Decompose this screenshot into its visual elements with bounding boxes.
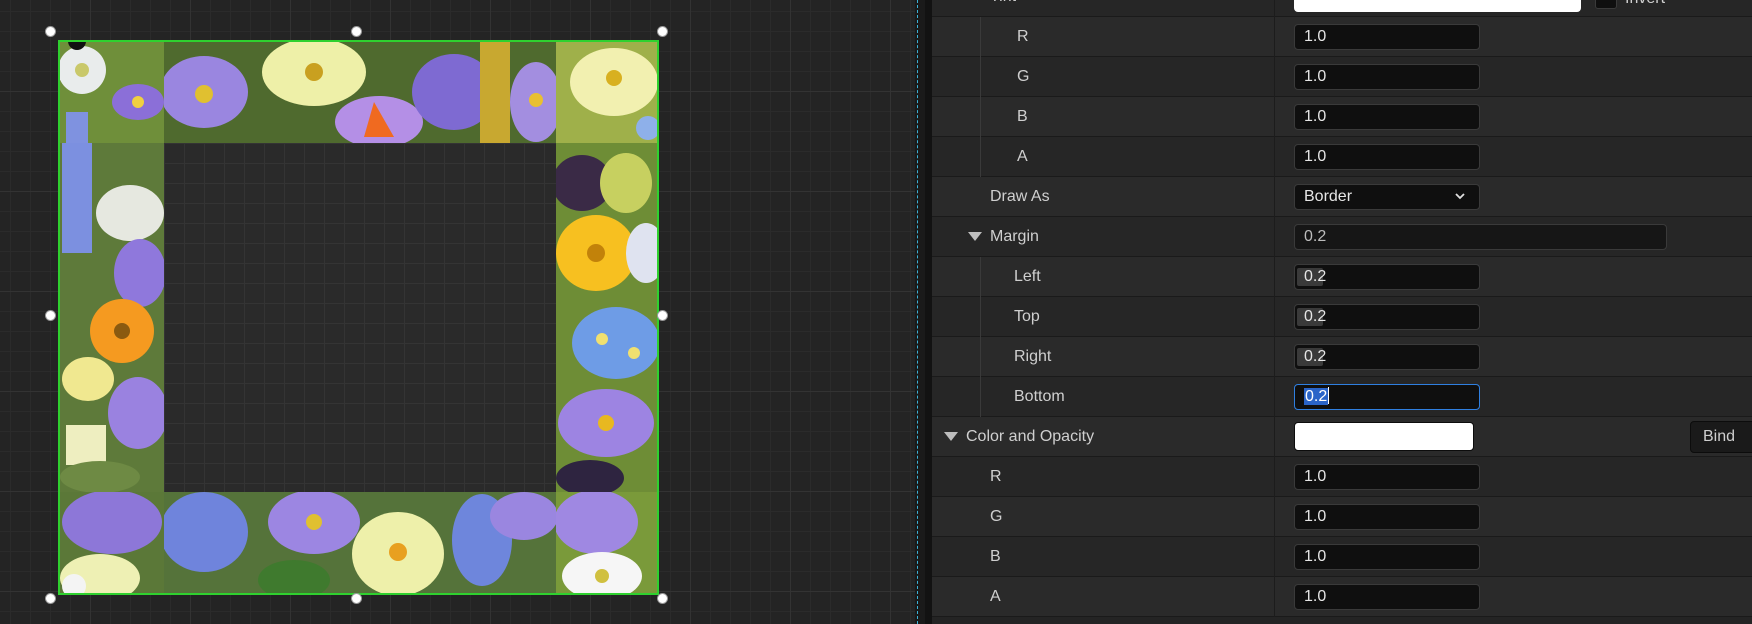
property-label: Left [1014,268,1041,285]
text-cursor [1328,387,1330,404]
property-row-margin-left: Left 0.2 [932,257,1752,297]
property-row-a: A 1.0 [932,137,1752,177]
property-label: A [990,588,1001,605]
expand-arrow-icon[interactable] [968,232,982,241]
designer-canvas[interactable] [0,0,915,624]
property-row-color-and-opacity: Color and Opacity Bind [932,417,1752,457]
flower-tile-top-left [60,42,164,143]
property-label: A [1017,148,1028,165]
property-label: Right [1014,348,1052,365]
b-value-input[interactable]: 1.0 [1294,104,1480,130]
flower-tile-bottom-left [60,492,164,593]
property-label: B [990,548,1001,565]
flower-tile-top-middle [164,42,556,143]
canvas-guide-line [917,0,918,624]
image-widget-border-brush[interactable] [58,40,659,595]
chevron-down-icon [1455,193,1465,200]
resize-handle-right[interactable] [657,310,668,321]
draw-as-dropdown[interactable]: Border [1294,184,1480,210]
property-row-draw-as: Draw As Border [932,177,1752,217]
property-row-b: B 1.0 [932,97,1752,137]
invert-checkbox[interactable] [1595,0,1617,9]
property-row-r: R 1.0 [932,457,1752,497]
flower-tile-middle-right [556,143,657,492]
bind-button[interactable]: Bind [1690,421,1752,453]
property-label: Bottom [1014,388,1065,405]
margin-top-input[interactable]: 0.2 [1294,304,1480,330]
expand-arrow-icon[interactable] [944,432,958,441]
property-label: B [1017,108,1028,125]
flower-tile-top-right [556,42,657,143]
border-center-empty [164,143,556,492]
margin-right-input[interactable]: 0.2 [1294,344,1480,370]
property-row-g: G 1.0 [932,57,1752,97]
tint-color-swatch[interactable] [1294,0,1581,12]
property-label: Top [1014,308,1040,325]
property-row-margin-right: Right 0.2 [932,337,1752,377]
property-row-margin-top: Top 0.2 [932,297,1752,337]
margin-bottom-input[interactable]: 0.2 [1294,384,1480,410]
a-value-input[interactable]: 1.0 [1294,584,1480,610]
invert-label: Invert [1625,0,1665,10]
resize-handle-bottom[interactable] [351,593,362,604]
g-value-input[interactable]: 1.0 [1294,504,1480,530]
property-row-margin-bottom: Bottom 0.2 [932,377,1752,417]
resize-handle-bottom-right[interactable] [657,593,668,604]
r-value-input[interactable]: 1.0 [1294,464,1480,490]
a-value-input[interactable]: 1.0 [1294,144,1480,170]
draw-as-value: Border [1304,188,1353,205]
resize-handle-top-right[interactable] [657,26,668,37]
margin-label: Margin [990,228,1039,245]
flower-tile-middle-left [60,143,164,492]
draw-as-label: Draw As [990,188,1050,205]
property-row-g: G 1.0 [932,497,1752,537]
property-label: G [1017,68,1030,85]
property-label: R [1017,28,1029,45]
resize-handle-top-left[interactable] [45,26,56,37]
color-and-opacity-swatch[interactable] [1294,422,1474,451]
b-value-input[interactable]: 1.0 [1294,544,1480,570]
resize-handle-bottom-left[interactable] [45,593,56,604]
property-label: G [990,508,1003,525]
margin-summary-field[interactable]: 0.2 [1294,224,1667,250]
panel-splitter[interactable] [925,0,932,624]
property-row-a: A 1.0 [932,577,1752,617]
property-row-b: B 1.0 [932,537,1752,577]
property-label: R [990,468,1002,485]
flower-tile-bottom-right [556,492,657,593]
g-value-input[interactable]: 1.0 [1294,64,1480,90]
property-row-margin: Margin 0.2 [932,217,1752,257]
details-panel: Tint Invert R 1.0 G 1.0 B 1.0 A 1.0 Draw… [932,0,1752,624]
property-row-tint: Tint Invert [932,0,1752,17]
color-and-opacity-label: Color and Opacity [966,428,1095,445]
property-row-r: R 1.0 [932,17,1752,57]
r-value-input[interactable]: 1.0 [1294,24,1480,50]
flower-tile-bottom-middle [164,492,556,593]
resize-handle-top[interactable] [351,26,362,37]
resize-handle-left[interactable] [45,310,56,321]
tint-label: Tint [990,0,1016,17]
margin-left-input[interactable]: 0.2 [1294,264,1480,290]
